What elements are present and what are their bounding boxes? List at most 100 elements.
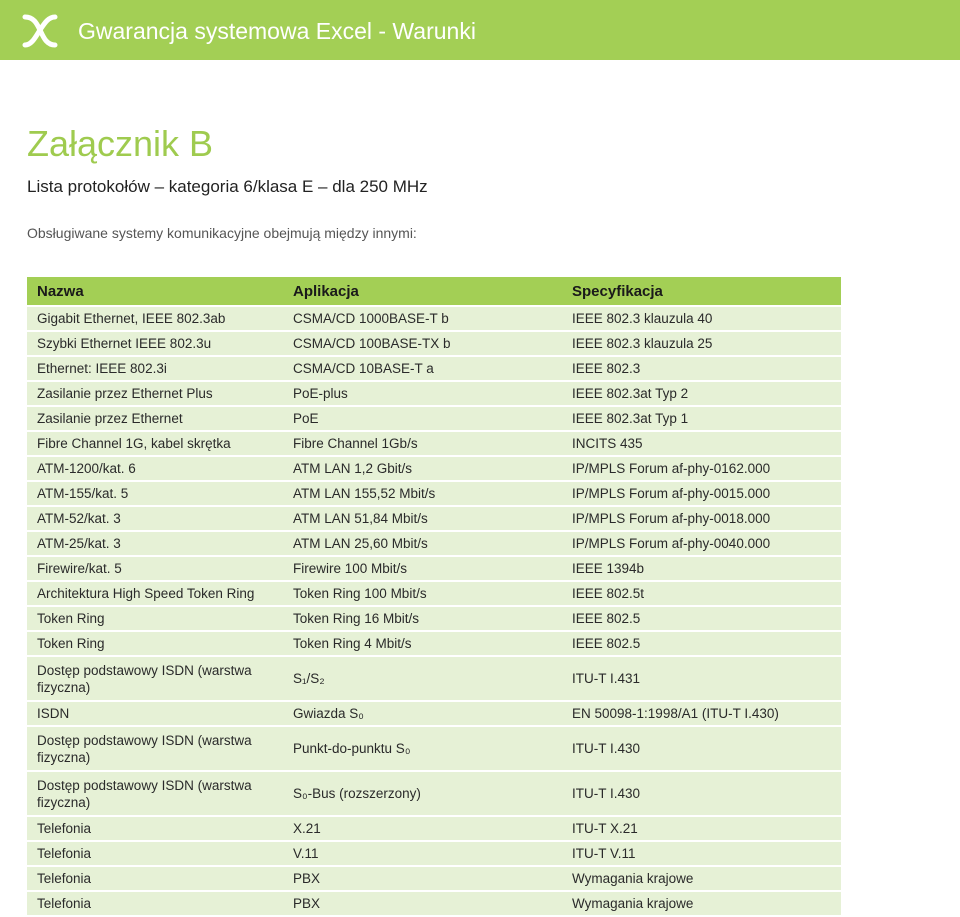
cell-name: ATM-1200/kat. 6 (27, 456, 283, 482)
cell-name: ATM-52/kat. 3 (27, 506, 283, 532)
table-row: Telefonia X.21 ITU-T X.21 (27, 816, 841, 842)
table-row: ISDN Gwiazda S₀ EN 50098-1:1998/A1 (ITU-T … (27, 701, 841, 727)
table-row: Token Ring Token Ring 4 Mbit/s IEEE 802.5 (27, 631, 841, 657)
cell-name: Firewire/kat. 5 (27, 556, 283, 582)
cell-application: PoE-plus (283, 381, 562, 407)
cell-application: CSMA/CD 1000BASE-T b (283, 306, 562, 332)
protocol-table: Nazwa Aplikacja Specyfikacja Gigabit Eth… (27, 277, 841, 917)
table-row: Fibre Channel 1G, kabel skrętka Fibre Cha… (27, 431, 841, 457)
table-row: Ethernet: IEEE 802.3i CSMA/CD 10BASE-T aI… (27, 356, 841, 382)
cell-application: S₁/S₂ (283, 656, 562, 702)
cell-application: Token Ring 4 Mbit/s (283, 631, 562, 657)
cell-name: Dostęp podstawowy ISDN (warstwa fizyczna… (27, 726, 283, 772)
table-body: Gigabit Ethernet, IEEE 802.3ab CSMA/CD 10… (27, 306, 841, 917)
cell-name: ISDN (27, 701, 283, 727)
cell-specification: Wymagania krajowe (562, 866, 841, 892)
cell-name: Telefonia (27, 816, 283, 842)
cell-specification: IP/MPLS Forum af-phy-0162.000 (562, 456, 841, 482)
cell-application: PBX (283, 891, 562, 917)
table-row: Token Ring Token Ring 16 Mbit/s IEEE 802.5 (27, 606, 841, 632)
column-header-specification: Specyfikacja (562, 277, 841, 307)
table-row: Architektura High Speed Token Ring Token … (27, 581, 841, 607)
table-row: Szybki Ethernet IEEE 802.3u CSMA/CD 100BA… (27, 331, 841, 357)
cell-specification: INCITS 435 (562, 431, 841, 457)
cell-specification: IEEE 1394b (562, 556, 841, 582)
cell-name: Token Ring (27, 606, 283, 632)
annex-title: Załącznik B (27, 123, 214, 164)
page-header: Gwarancja systemowa Excel - Warunki (0, 0, 960, 60)
cell-specification: IEEE 802.5t (562, 581, 841, 607)
cell-application: S₀-Bus (rozszerzony) (283, 771, 562, 817)
cell-name: Dostęp podstawowy ISDN (warstwa fizyczna… (27, 771, 283, 817)
cell-name: Gigabit Ethernet, IEEE 802.3ab (27, 306, 283, 332)
cell-specification: Wymagania krajowe (562, 891, 841, 917)
cell-name: Szybki Ethernet IEEE 802.3u (27, 331, 283, 357)
cell-specification: IEEE 802.3 klauzula 40 (562, 306, 841, 332)
cell-name: Telefonia (27, 866, 283, 892)
cell-specification: IP/MPLS Forum af-phy-0015.000 (562, 481, 841, 507)
x-logo-icon (22, 14, 58, 48)
cell-specification: IEEE 802.3at Typ 1 (562, 406, 841, 432)
table-row: Telefonia PBX Wymagania krajowe (27, 891, 841, 917)
table-header-row: Nazwa Aplikacja Specyfikacja (27, 277, 841, 307)
table-row: Zasilanie przez Ethernet PoE IEEE 802.3at … (27, 406, 841, 432)
cell-application: ATM LAN 1,2 Gbit/s (283, 456, 562, 482)
cell-application: X.21 (283, 816, 562, 842)
cell-name: Architektura High Speed Token Ring (27, 581, 283, 607)
table-row: Zasilanie przez Ethernet Plus PoE-plus IEE… (27, 381, 841, 407)
cell-specification: ITU-T I.431 (562, 656, 841, 702)
cell-application: Token Ring 16 Mbit/s (283, 606, 562, 632)
cell-application: ATM LAN 25,60 Mbit/s (283, 531, 562, 557)
cell-application: CSMA/CD 10BASE-T a (283, 356, 562, 382)
table-row: Telefonia PBX Wymagania krajowe (27, 866, 841, 892)
table-row: ATM-25/kat. 3 ATM LAN 25,60 Mbit/s IP/MPLS… (27, 531, 841, 557)
cell-application: Fibre Channel 1Gb/s (283, 431, 562, 457)
cell-name: Fibre Channel 1G, kabel skrętka (27, 431, 283, 457)
column-header-name: Nazwa (27, 277, 283, 307)
cell-name: Dostęp podstawowy ISDN (warstwa fizyczna… (27, 656, 283, 702)
table-row: Dostęp podstawowy ISDN (warstwa fizyczna… (27, 656, 841, 702)
cell-application: Token Ring 100 Mbit/s (283, 581, 562, 607)
table-row: Firewire/kat. 5 Firewire 100 Mbit/s IEEE 1… (27, 556, 841, 582)
cell-specification: IEEE 802.3 (562, 356, 841, 382)
cell-application: ATM LAN 155,52 Mbit/s (283, 481, 562, 507)
annex-subtitle: Lista protokołów – kategoria 6/klasa E –… (27, 177, 428, 196)
cell-specification: ITU-T V.11 (562, 841, 841, 867)
cell-name: Telefonia (27, 841, 283, 867)
table-row: Telefonia V.11 ITU-T V.11 (27, 841, 841, 867)
table-row: ATM-155/kat. 5 ATM LAN 155,52 Mbit/s IP/MP… (27, 481, 841, 507)
cell-specification: IP/MPLS Forum af-phy-0018.000 (562, 506, 841, 532)
cell-application: Firewire 100 Mbit/s (283, 556, 562, 582)
cell-name: Telefonia (27, 891, 283, 917)
cell-application: Gwiazda S₀ (283, 701, 562, 727)
cell-specification: ITU-T X.21 (562, 816, 841, 842)
cell-name: Zasilanie przez Ethernet (27, 406, 283, 432)
cell-application: ATM LAN 51,84 Mbit/s (283, 506, 562, 532)
cell-specification: EN 50098-1:1998/A1 (ITU-T I.430) (562, 701, 841, 727)
cell-application: PoE (283, 406, 562, 432)
cell-application: V.11 (283, 841, 562, 867)
cell-name: Ethernet: IEEE 802.3i (27, 356, 283, 382)
cell-name: Token Ring (27, 631, 283, 657)
cell-specification: IEEE 802.5 (562, 631, 841, 657)
table-row: Dostęp podstawowy ISDN (warstwa fizyczna… (27, 726, 841, 772)
header-title: Gwarancja systemowa Excel - Warunki (78, 18, 476, 44)
table-row: ATM-1200/kat. 6 ATM LAN 1,2 Gbit/s IP/MPLS… (27, 456, 841, 482)
cell-application: Punkt-do-punktu S₀ (283, 726, 562, 772)
cell-specification: IP/MPLS Forum af-phy-0040.000 (562, 531, 841, 557)
cell-specification: ITU-T I.430 (562, 726, 841, 772)
cell-name: Zasilanie przez Ethernet Plus (27, 381, 283, 407)
column-header-application: Aplikacja (283, 277, 562, 307)
table-row: Dostęp podstawowy ISDN (warstwa fizyczna… (27, 771, 841, 817)
cell-application: CSMA/CD 100BASE-TX b (283, 331, 562, 357)
cell-application: PBX (283, 866, 562, 892)
cell-specification: IEEE 802.5 (562, 606, 841, 632)
cell-name: ATM-25/kat. 3 (27, 531, 283, 557)
cell-specification: ITU-T I.430 (562, 771, 841, 817)
table-row: Gigabit Ethernet, IEEE 802.3ab CSMA/CD 10… (27, 306, 841, 332)
intro-text: Obsługiwane systemy komunikacyjne obejmu… (27, 225, 417, 241)
cell-name: ATM-155/kat. 5 (27, 481, 283, 507)
cell-specification: IEEE 802.3at Typ 2 (562, 381, 841, 407)
cell-specification: IEEE 802.3 klauzula 25 (562, 331, 841, 357)
table-row: ATM-52/kat. 3 ATM LAN 51,84 Mbit/s IP/MPLS… (27, 506, 841, 532)
